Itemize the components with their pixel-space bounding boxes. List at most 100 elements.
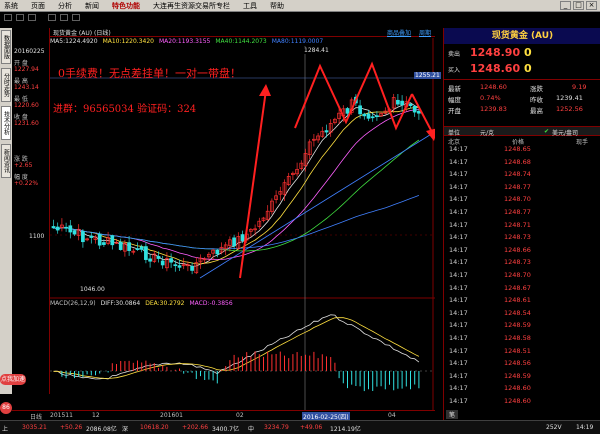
tick-row: 14:17 1248.67 (444, 284, 600, 293)
side-tab-technical[interactable]: 技术分析 (1, 106, 11, 140)
tick-time: 14:17 (449, 283, 468, 292)
tick-time: 14:17 (449, 170, 468, 179)
tick-price: 1248.61 (504, 296, 531, 305)
tick-time: 14:17 (449, 308, 468, 317)
status-item-10: +49.06 (300, 424, 323, 431)
toolbar (0, 12, 600, 24)
menu-item-7[interactable]: 帮助 (270, 1, 284, 11)
tick-time: 14:17 (449, 397, 468, 405)
menu-item-5[interactable]: 大连再生资源交易所专栏 (153, 1, 230, 11)
pct-value: 0.74% (480, 94, 501, 102)
tick-time: 14:17 (449, 384, 468, 393)
sell-price: 1248.90 (470, 46, 521, 59)
tick-price: 1248.67 (504, 283, 531, 292)
tick-price: 1248.60 (504, 397, 531, 405)
buy-price: 1248.60 (470, 62, 521, 75)
ticks-header: 北京 价格 现手 (444, 136, 600, 146)
status-item-8: 中 (248, 426, 255, 433)
candle-body (55, 226, 60, 231)
tick-price: 1248.71 (504, 220, 531, 229)
candle-body (64, 226, 68, 229)
speed-up-badge[interactable]: 点我加速 (0, 374, 26, 385)
info-low-value: 1220.60 (14, 102, 39, 109)
x-axis-label-04: 04 (388, 412, 396, 419)
menu-item-6[interactable]: 工具 (243, 1, 257, 11)
status-item-13: 14:19 (576, 424, 594, 431)
buy-volume: 0 (524, 62, 532, 75)
ticks-list[interactable]: 14:17 1248.65 14:17 1248.68 14:17 1248.74 14:1… (444, 145, 600, 415)
tick-price: 1248.68 (504, 157, 531, 166)
side-tab-timeshare[interactable]: 分时走势 (1, 68, 11, 102)
macd-legend: MACD(26,12,9) DIFF:30.0864 DEA:30.2792 MACD… (50, 300, 238, 308)
menu-item-2[interactable]: 分析 (58, 1, 72, 11)
annotation-up-arrowhead (259, 84, 271, 96)
tick-time: 14:17 (449, 359, 468, 368)
candle-body (81, 231, 85, 243)
toolbar-list-icon[interactable] (60, 14, 68, 21)
tick-row: 14:17 1248.77 (444, 208, 600, 217)
toolbar-news-icon[interactable] (72, 14, 80, 21)
tick-row: 14:17 1248.77 (444, 183, 600, 192)
candle-body (375, 115, 379, 118)
x-axis: 日线 201511 12 201601 02 2016-02-25(四) 04 (12, 410, 435, 421)
speed-icon[interactable]: 86 (0, 402, 12, 414)
toolbar-chart-icon[interactable] (48, 14, 56, 21)
info-date: 20160225 (14, 48, 45, 55)
menu-item-3[interactable]: 新闻 (85, 1, 99, 11)
menu-item-1[interactable]: 页面 (31, 1, 45, 11)
chart-pane[interactable]: 现货黄金 (AU) (日线) 商品叠加 周期 MA5:1224.4920 MA10… (50, 28, 441, 411)
tick-row: 14:17 1248.60 (444, 397, 600, 406)
candle-body (215, 249, 220, 255)
toolbar-back-icon[interactable] (4, 14, 12, 21)
toolbar-forward-icon[interactable] (16, 14, 24, 21)
candle-body (358, 105, 362, 115)
candle-body (396, 99, 400, 105)
candle-body (118, 241, 123, 250)
tick-time: 14:17 (449, 346, 468, 355)
quote-panel: 现货黄金 (AU) 卖出 1248.90 0 买入 1248.60 0 最新 1… (443, 28, 600, 420)
menu-bar: 系统 页面 分析 新闻 特色功能 大连再生资源交易所专栏 工具 帮助 _ □ × (0, 0, 600, 12)
close-button[interactable]: × (586, 1, 597, 10)
candle-body (110, 235, 115, 246)
candle-body (68, 225, 73, 233)
tick-price: 1248.74 (504, 170, 531, 179)
tick-row: 14:17 1248.60 (444, 384, 600, 393)
menu-item-0[interactable]: 系统 (4, 1, 18, 11)
tick-row: 14:17 1248.66 (444, 246, 600, 255)
candlestick-chart[interactable]: 403020100-10-20 (50, 28, 435, 411)
candle-body (127, 242, 131, 251)
status-bar: 上 3035.21 +50.26 2086.08亿深 10618.20 +202.66 34… (0, 420, 600, 434)
x-axis-label-201601: 201601 (160, 412, 183, 419)
axis-label-1100: 1100 (29, 233, 45, 240)
candle-body (240, 234, 245, 241)
candle-body (362, 113, 367, 117)
tick-row: 14:17 1248.74 (444, 170, 600, 179)
toolbar-home-icon[interactable] (28, 14, 36, 21)
candle-body (173, 264, 178, 267)
x-axis-label-02: 02 (236, 412, 244, 419)
prevclose-value: 1239.41 (556, 94, 583, 102)
minimize-button[interactable]: _ (560, 1, 571, 10)
status-item-1: 3035.21 (22, 424, 47, 431)
tick-price: 1248.65 (504, 145, 531, 153)
candle-body (89, 235, 94, 238)
quote-buy-row: 买入 1248.60 0 (444, 62, 600, 76)
trades-tab[interactable]: 笔 (446, 410, 459, 419)
price-high-label: 1284.41 (304, 47, 329, 54)
prevclose-label: 昨收 (530, 96, 543, 104)
side-tabs: 数据面版 分时走势 技术分析 新闻资讯 (0, 28, 12, 394)
change-value: 9.19 (572, 83, 587, 91)
side-tab-data-panel[interactable]: 数据面版 (1, 30, 11, 64)
tick-price: 1248.56 (504, 359, 531, 368)
menu-item-4[interactable]: 特色功能 (112, 1, 140, 11)
status-item-7: 3400.7亿 (212, 426, 239, 433)
tick-price: 1248.77 (504, 208, 531, 216)
tick-price: 1248.73 (504, 258, 531, 267)
candle-body (135, 248, 140, 250)
maximize-button[interactable]: □ (573, 1, 584, 10)
candle-body (232, 237, 236, 247)
tick-time: 14:17 (449, 145, 468, 153)
tick-time: 14:17 (449, 220, 468, 229)
candle-body (72, 230, 77, 235)
side-tab-news[interactable]: 新闻资讯 (1, 144, 11, 178)
